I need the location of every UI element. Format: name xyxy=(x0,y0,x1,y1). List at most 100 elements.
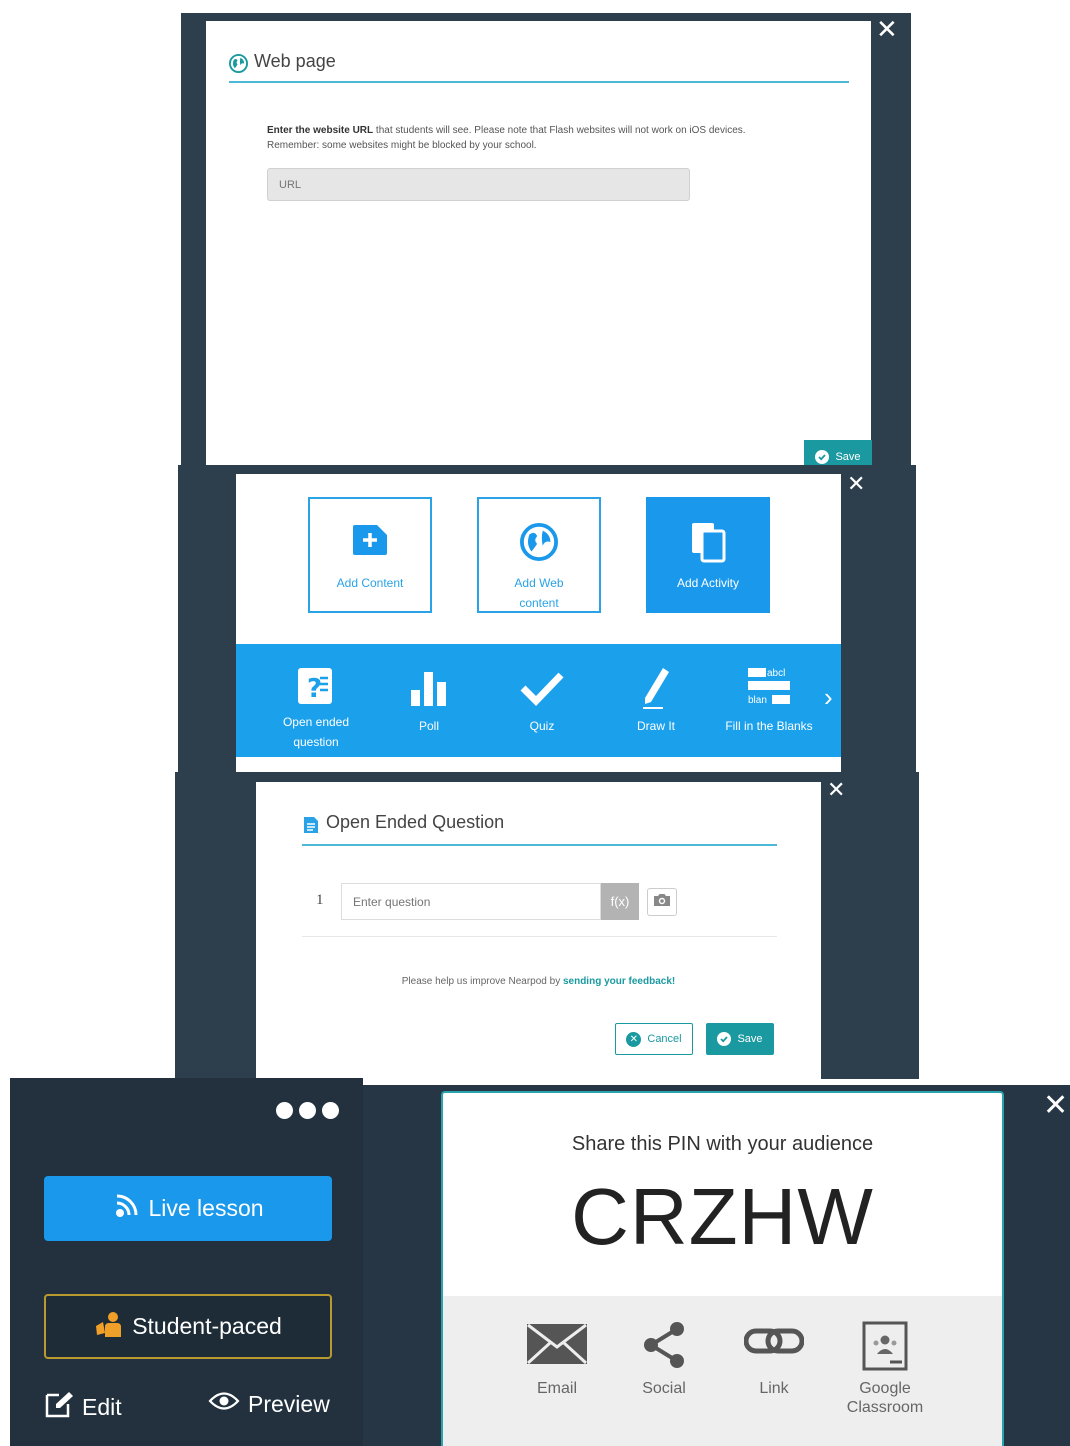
add-web-content-card[interactable]: Add Web content xyxy=(477,497,601,613)
card-label-line2: content xyxy=(519,596,559,610)
student-paced-button[interactable]: Student-paced xyxy=(44,1294,332,1359)
copy-icon xyxy=(688,521,728,563)
broadcast-icon xyxy=(112,1192,140,1226)
close-icon[interactable]: ✕ xyxy=(847,474,865,496)
edit-button[interactable]: Edit xyxy=(44,1390,122,1424)
svg-text:?: ? xyxy=(307,674,322,704)
activity-label: Poll xyxy=(418,719,439,733)
share-heading: Share this PIN with your audience xyxy=(571,1133,874,1155)
web-page-dialog: Web page Enter the website URL that stud… xyxy=(206,21,872,473)
preview-label: Preview xyxy=(248,1390,330,1417)
dialog-header: Open Ended Question xyxy=(302,812,777,846)
google-classroom-icon xyxy=(862,1321,908,1379)
question-number: 1 xyxy=(316,892,324,908)
check-circle-icon xyxy=(717,1032,732,1046)
cancel-label: Cancel xyxy=(647,1033,682,1045)
url-input[interactable] xyxy=(267,168,690,201)
activity-open-ended[interactable]: ? Open ended question xyxy=(276,644,356,757)
close-icon[interactable]: ✕ xyxy=(827,780,845,802)
share-dialog: Share this PIN with your audience CRZHW … xyxy=(441,1091,1004,1446)
open-ended-icon: ? xyxy=(296,666,336,712)
pencil-icon xyxy=(641,666,671,716)
link-icon xyxy=(743,1321,805,1379)
live-lesson-button[interactable]: Live lesson xyxy=(44,1176,332,1241)
divider xyxy=(302,936,777,937)
activity-quiz[interactable]: Quiz xyxy=(512,644,572,757)
share-email-option[interactable]: Email xyxy=(523,1321,591,1398)
feedback-text: Please help us improve Nearpod by xyxy=(401,976,563,987)
student-paced-label: Student-paced xyxy=(132,1313,282,1339)
share-link-option[interactable]: Link xyxy=(743,1321,805,1398)
option-label: Social xyxy=(642,1380,686,1397)
formula-button[interactable]: f(x) xyxy=(601,883,639,920)
checkmark-icon xyxy=(519,668,565,716)
check-circle-icon xyxy=(815,449,830,464)
dialog-title: Open Ended Question xyxy=(326,812,505,832)
activity-label: Draw It xyxy=(636,719,675,733)
web-page-dialog-backdrop: Web page Enter the website URL that stud… xyxy=(181,13,911,473)
description-bold: Enter the website URL xyxy=(267,125,374,136)
globe-icon xyxy=(229,54,248,73)
fill-blanks-text1: abcl xyxy=(767,668,785,679)
bar-chart-icon xyxy=(409,668,449,716)
pin-code: CRZHW xyxy=(571,1172,874,1261)
globe-icon xyxy=(520,523,558,565)
option-label-line2: Classroom xyxy=(846,1399,924,1416)
activity-poll[interactable]: Poll xyxy=(399,644,459,757)
question-input[interactable] xyxy=(341,883,601,920)
more-options-icon[interactable] xyxy=(276,1102,339,1119)
save-button[interactable]: Save xyxy=(706,1023,774,1055)
feedback-link[interactable]: sending your feedback! xyxy=(563,976,675,987)
description-note: Remember: some websites might be blocked… xyxy=(267,140,537,151)
card-label: Add Content xyxy=(336,576,404,590)
edit-label: Edit xyxy=(82,1393,122,1420)
share-social-option[interactable]: Social xyxy=(634,1321,694,1398)
open-ended-dialog-backdrop: Open Ended Question 1 f(x) Please help u… xyxy=(175,772,919,1079)
add-content-card[interactable]: Add Content xyxy=(308,497,432,613)
cancel-circle-icon: ✕ xyxy=(626,1031,642,1047)
lesson-menu: Live lesson Student-paced Edit Preview xyxy=(10,1078,363,1446)
activity-fill-in-the-blanks[interactable]: abcl blan Fill in the Blanks xyxy=(716,644,822,757)
add-dialog-backdrop: Add Content Add Web content Add Activity… xyxy=(178,465,916,772)
save-label: Save xyxy=(737,1033,763,1045)
share-icon xyxy=(641,1321,687,1379)
share-google-classroom-option[interactable]: Google Classroom xyxy=(843,1321,927,1417)
activity-label: Quiz xyxy=(529,719,555,733)
add-content-icon xyxy=(351,523,389,565)
activities-strip: ? Open ended question Poll Quiz Draw It … xyxy=(236,644,841,757)
envelope-icon xyxy=(526,1321,588,1379)
preview-button[interactable]: Preview xyxy=(208,1390,330,1418)
feedback-prompt: Please help us improve Nearpod by sendin… xyxy=(256,976,821,987)
eye-icon xyxy=(208,1390,240,1418)
camera-button[interactable] xyxy=(647,888,677,916)
camera-icon xyxy=(653,893,671,912)
activity-label-line1: Open ended xyxy=(282,715,350,729)
student-icon xyxy=(94,1311,124,1343)
cancel-button[interactable]: ✕ Cancel xyxy=(615,1023,693,1055)
dialog-title: Web page xyxy=(254,51,336,71)
activity-label: Fill in the Blanks xyxy=(725,719,813,733)
option-label: Link xyxy=(759,1380,789,1397)
close-icon[interactable]: ✕ xyxy=(876,17,898,43)
live-lesson-label: Live lesson xyxy=(148,1195,264,1221)
dialog-description: Enter the website URL that students will… xyxy=(267,123,827,153)
option-label-line1: Google xyxy=(859,1380,911,1397)
share-dialog-backdrop: Share this PIN with your audience CRZHW … xyxy=(363,1085,1070,1446)
close-icon[interactable]: ✕ xyxy=(1043,1091,1068,1121)
fill-blanks-icon: abcl blan xyxy=(746,664,792,716)
option-label: Email xyxy=(536,1380,577,1397)
card-label: Add Activity xyxy=(676,576,740,590)
edit-icon xyxy=(44,1390,74,1424)
add-dialog: Add Content Add Web content Add Activity… xyxy=(236,474,841,772)
card-label-line1: Add Web xyxy=(514,576,564,590)
open-ended-dialog: Open Ended Question 1 f(x) Please help u… xyxy=(256,782,821,1079)
save-label: Save xyxy=(835,450,861,463)
activity-label-line2: question xyxy=(293,735,339,749)
fill-blanks-text2: blan xyxy=(748,695,767,706)
document-icon xyxy=(302,816,320,834)
description-text: that students will see. Please note that… xyxy=(373,125,746,136)
next-arrow-icon[interactable]: › xyxy=(824,682,833,713)
dialog-header: Web page xyxy=(229,51,849,83)
add-activity-card[interactable]: Add Activity xyxy=(646,497,770,613)
activity-draw-it[interactable]: Draw It xyxy=(626,644,686,757)
